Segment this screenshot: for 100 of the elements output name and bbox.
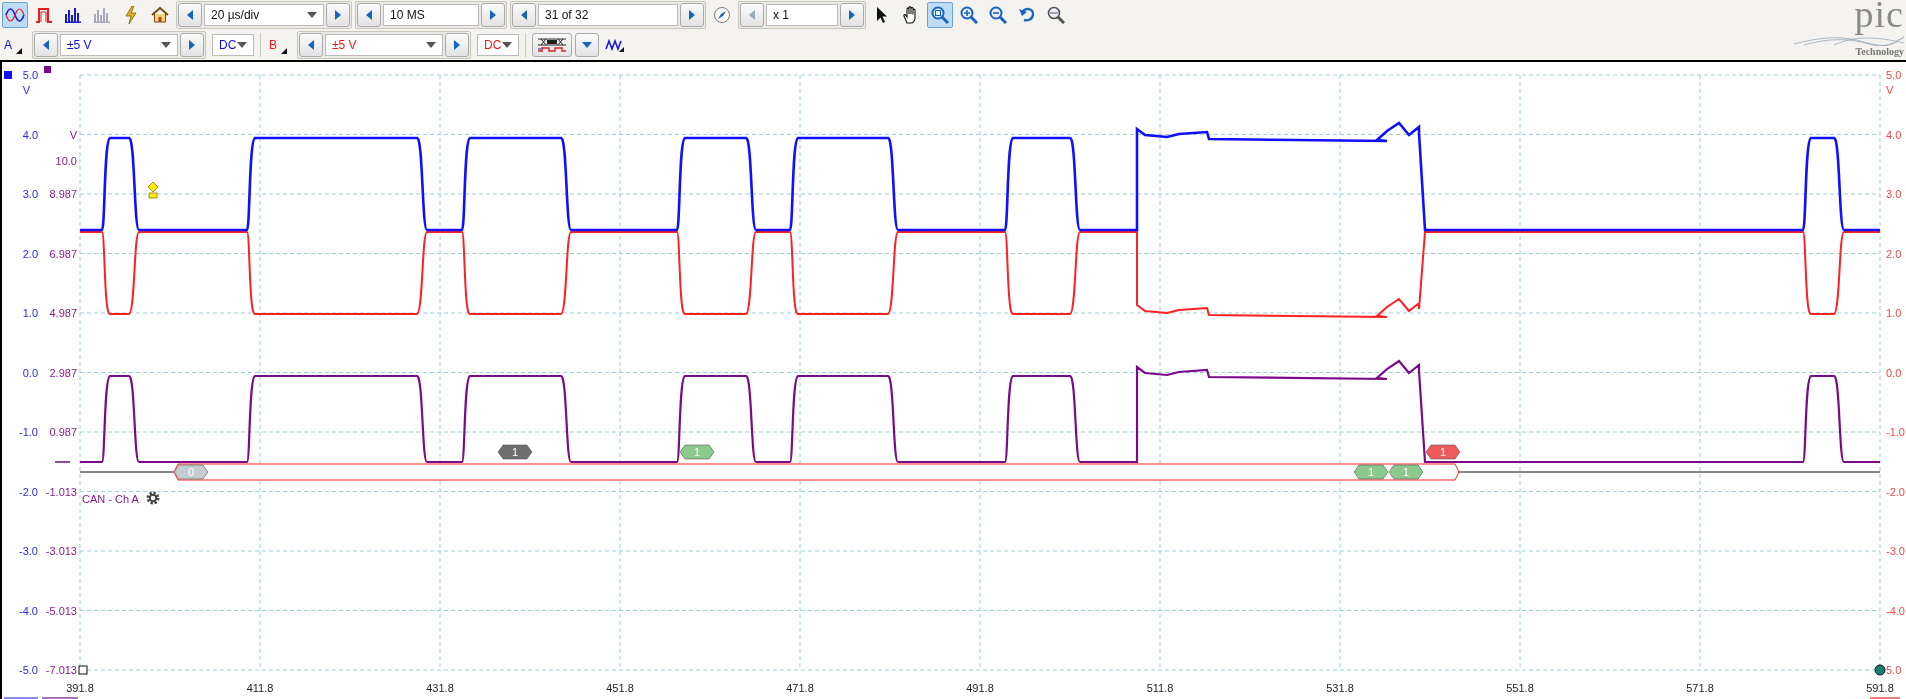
buffer-field[interactable]: 31 of 32: [538, 4, 678, 26]
axis-label: -3.0: [19, 545, 38, 557]
axis-label: 2.0: [1886, 247, 1902, 260]
previous-button[interactable]: [299, 33, 323, 57]
channel-indicator: [42, 697, 78, 699]
right-arrow-icon: [334, 10, 342, 20]
axis-label: -1.0: [1886, 426, 1905, 438]
next-button[interactable]: [680, 3, 704, 27]
axis-label: -4.0: [19, 604, 38, 617]
zoom-factor-field[interactable]: x 1: [766, 4, 838, 26]
zoom-in-icon: [960, 6, 978, 24]
axis-label: 471.8: [786, 682, 814, 694]
right-arrow-icon: [688, 10, 696, 20]
settings-icon[interactable]: [146, 491, 160, 505]
logo-subtitle: Technology: [1855, 46, 1904, 57]
next-button[interactable]: [481, 3, 505, 27]
axis-label: 411.8: [246, 682, 274, 694]
axis-label: 2.987: [49, 366, 77, 379]
axis-label: 511.8: [1146, 682, 1174, 694]
axis-label: 391.8: [66, 682, 94, 694]
axis-label: 451.8: [606, 682, 634, 694]
range-dropdown[interactable]: ±5 V: [60, 34, 178, 56]
axis-label: 571.8: [1686, 682, 1714, 694]
samples-field[interactable]: 10 MS: [383, 4, 479, 26]
magnifier-icon: [931, 6, 949, 24]
axis-label: 431.8: [426, 682, 454, 694]
axis-label: 5.0: [1886, 664, 1902, 676]
axis-label: 531.8: [1326, 682, 1354, 694]
channel-button[interactable]: B: [267, 33, 291, 57]
axis-label: 8.987: [49, 188, 77, 200]
packet-badge[interactable]: 1: [1425, 444, 1461, 460]
axis-label: 5.0: [1886, 69, 1902, 81]
sine-wave-icon: [5, 7, 25, 23]
ruler-handle-icon[interactable]: [1874, 664, 1886, 676]
unit-label: V: [1886, 84, 1894, 96]
axis-label: -4.0: [1886, 604, 1905, 617]
previous-button[interactable]: [512, 3, 536, 27]
caret-icon: [426, 42, 436, 48]
axis-label: -2.0: [1886, 485, 1905, 498]
axis-label: 0.987: [49, 426, 77, 438]
home-icon: [151, 6, 169, 24]
previous-button[interactable]: [357, 3, 381, 27]
right-arrow-icon: [489, 10, 497, 20]
next-button[interactable]: [445, 33, 469, 57]
packet-badge[interactable]: 1: [497, 444, 533, 460]
axis-label: 591.8: [1866, 682, 1894, 694]
left-arrow-icon: [748, 10, 756, 20]
axis-label: -5.0: [19, 664, 38, 676]
axis-label: 551.8: [1506, 682, 1534, 694]
left-arrow-icon: [186, 10, 194, 20]
axis-label: 3.0: [1886, 188, 1902, 200]
channel-marker-icon: [4, 71, 12, 79]
caret-icon: [161, 42, 171, 48]
previous-button[interactable]: [178, 3, 202, 27]
channel-indicator: [1870, 697, 1900, 699]
channel-marker-icon: [44, 66, 51, 73]
axis-label: 10.0: [55, 154, 77, 167]
channel-indicator: [4, 697, 38, 699]
axis-label: -2.0: [19, 485, 38, 498]
axis-label: 0.0: [1886, 366, 1902, 379]
axis-label: -1.013: [45, 485, 77, 498]
bar-graph-icon: [64, 7, 82, 23]
channel-marker-icon: [54, 461, 71, 463]
logo-wordmark: pic: [1854, 0, 1904, 34]
channel-button[interactable]: A: [2, 33, 26, 57]
next-button[interactable]: [840, 3, 864, 27]
axis-label: -3.0: [1886, 545, 1905, 557]
next-button[interactable]: [326, 3, 350, 27]
axis-label: 3.0: [22, 188, 38, 200]
ruler-handle-icon[interactable]: [78, 665, 88, 675]
square-pulse-icon: [35, 7, 53, 23]
coupling-dropdown[interactable]: DC: [477, 34, 519, 56]
range-dropdown[interactable]: ±5 V: [325, 34, 443, 56]
lightning-icon: [124, 6, 138, 24]
view-mode-button[interactable]: [2, 2, 28, 28]
caret-icon: [307, 12, 317, 18]
left-arrow-icon: [520, 10, 528, 20]
next-button[interactable]: [180, 33, 204, 57]
axis-label: 1.0: [1886, 307, 1902, 319]
decoder-label: CAN - Ch A: [82, 493, 139, 505]
unit-label: V: [22, 84, 30, 96]
timebase-dropdown[interactable]: 20 µs/div: [204, 4, 324, 26]
axis-label: 4.0: [22, 128, 38, 141]
magnifier-icon: [1047, 6, 1065, 24]
zoom-out-icon: [989, 6, 1007, 24]
right-arrow-icon: [848, 10, 856, 20]
dropdown-button[interactable]: [575, 33, 599, 57]
caret-icon: [502, 42, 512, 48]
coupling-dropdown[interactable]: DC: [212, 34, 254, 56]
zoom-area-tool-button[interactable]: [927, 2, 953, 28]
previous-button[interactable]: [34, 33, 58, 57]
left-arrow-icon: [365, 10, 373, 20]
trigger-marker-icon: [147, 181, 159, 199]
pointer-icon: [875, 6, 889, 24]
serial-decoding-button[interactable]: [532, 33, 572, 57]
logo-wave-icon: [1794, 34, 1904, 46]
serial-decoding-icon: [537, 37, 567, 53]
corner-triangle-icon: [16, 48, 22, 54]
axis-label: -7.013: [45, 664, 77, 676]
axis-label: 0.0: [22, 366, 38, 379]
